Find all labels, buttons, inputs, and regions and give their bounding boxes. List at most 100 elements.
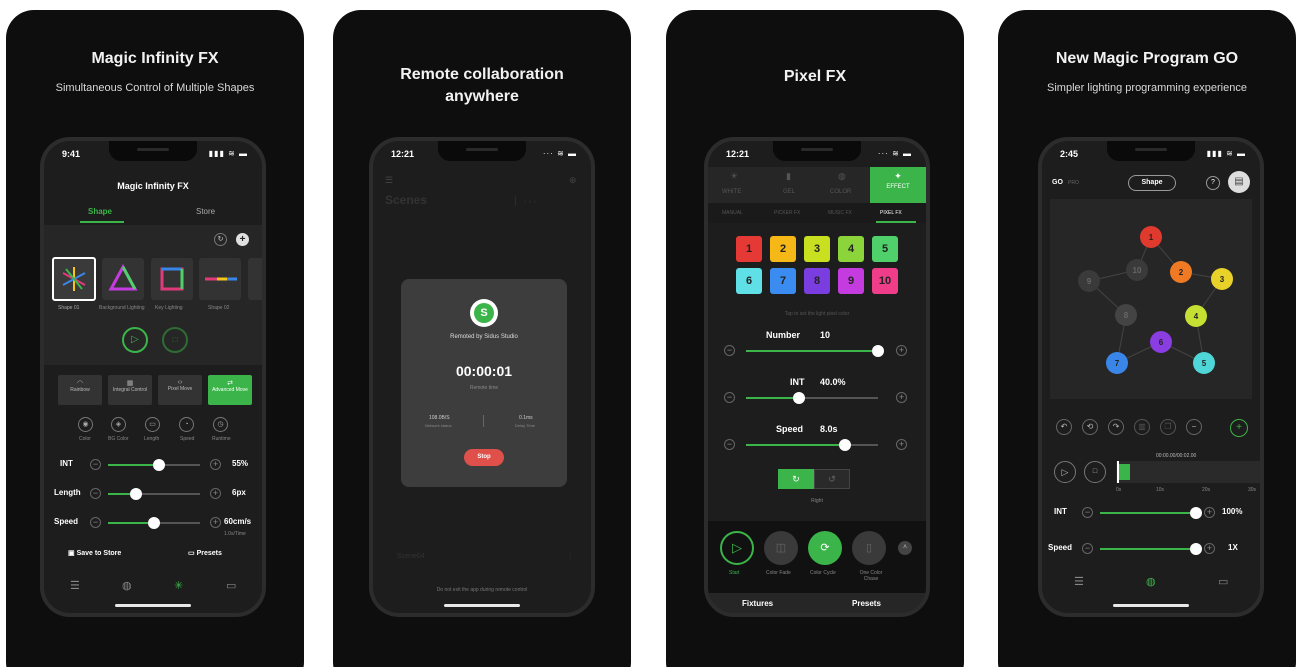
plus-icon[interactable]: + bbox=[1204, 543, 1215, 554]
pixel-cell[interactable]: 5 bbox=[872, 236, 898, 262]
mode-advanced-move[interactable]: ⇄ Advanced Move bbox=[208, 375, 252, 405]
plus-icon[interactable]: + bbox=[896, 392, 907, 403]
shape-02-thumb[interactable] bbox=[199, 258, 241, 300]
tab-store[interactable]: Store bbox=[196, 207, 215, 216]
plus-icon[interactable]: + bbox=[1204, 507, 1215, 518]
monitor-icon[interactable]: ▭ bbox=[1218, 575, 1228, 588]
list-icon[interactable]: ☰ bbox=[70, 579, 80, 592]
atom-icon[interactable]: ✳ bbox=[174, 579, 183, 592]
int-slider[interactable] bbox=[746, 392, 878, 404]
plus-icon[interactable]: + bbox=[210, 488, 221, 499]
presets-button[interactable]: ▭ Presets bbox=[188, 549, 222, 557]
timeline-clip[interactable] bbox=[1118, 464, 1130, 480]
minus-icon[interactable]: − bbox=[1082, 507, 1093, 518]
pixel-cell[interactable]: 2 bbox=[770, 236, 796, 262]
play-button[interactable]: ▷ bbox=[1054, 461, 1076, 483]
background-lighting-thumb[interactable] bbox=[102, 258, 144, 300]
one-color-chase-button[interactable]: ▯ bbox=[852, 531, 886, 565]
presets-tab[interactable]: Presets bbox=[852, 599, 881, 608]
minus-icon[interactable]: − bbox=[90, 517, 101, 528]
minus-icon[interactable]: − bbox=[90, 459, 101, 470]
subtab-music-fx[interactable]: MUSIC FX bbox=[828, 210, 852, 216]
mode-rainbow[interactable]: ◠ Rainbow bbox=[58, 375, 102, 405]
number-slider[interactable] bbox=[746, 345, 884, 357]
speed-slider[interactable] bbox=[746, 439, 878, 451]
color-icon[interactable]: ◉ bbox=[78, 417, 93, 432]
panel-headline: Remote collaboration bbox=[400, 66, 564, 83]
pixel-cell[interactable]: 9 bbox=[838, 268, 864, 294]
delete-icon[interactable]: ▥ bbox=[1134, 419, 1150, 435]
stop-remote-button[interactable]: Stop bbox=[464, 449, 504, 466]
mode-integral-control[interactable]: ▦ Integral Control bbox=[108, 375, 152, 405]
add-icon[interactable]: + bbox=[236, 233, 249, 246]
palette-icon[interactable]: ◍ bbox=[1146, 575, 1156, 588]
minus-icon[interactable]: − bbox=[724, 345, 735, 356]
length-icon[interactable]: ▭ bbox=[145, 417, 160, 432]
menu-icon[interactable]: ☰ bbox=[385, 175, 393, 186]
more-icon[interactable]: ⋮ bbox=[567, 553, 574, 561]
pixel-cell[interactable]: 10 bbox=[872, 268, 898, 294]
minus-icon[interactable]: − bbox=[1082, 543, 1093, 554]
direction-left-button[interactable]: ↺ bbox=[814, 469, 850, 489]
pixel-cell[interactable]: 6 bbox=[736, 268, 762, 294]
subtab-picker-fx[interactable]: PICKER FX bbox=[774, 210, 800, 216]
play-button[interactable]: ▷ bbox=[122, 327, 148, 353]
add-icon[interactable]: ⊕ bbox=[569, 175, 577, 186]
plus-icon[interactable]: + bbox=[896, 439, 907, 450]
pixel-cell[interactable]: 4 bbox=[838, 236, 864, 262]
plus-icon[interactable]: + bbox=[210, 459, 221, 470]
int-slider[interactable] bbox=[1100, 507, 1202, 519]
palette-icon[interactable]: ◍ bbox=[122, 579, 132, 592]
key-lighting-thumb[interactable] bbox=[151, 258, 193, 300]
add-step-button[interactable]: + bbox=[1230, 419, 1248, 437]
int-slider[interactable] bbox=[108, 459, 200, 471]
speed-slider[interactable] bbox=[1100, 543, 1202, 555]
shape-button[interactable]: Shape bbox=[1128, 175, 1176, 191]
tab-shape[interactable]: Shape bbox=[88, 207, 112, 216]
chevron-up-icon[interactable]: ˄ bbox=[898, 541, 912, 555]
speed-icon[interactable]: ◔ bbox=[179, 417, 194, 432]
color-cycle-button[interactable]: ⟳ bbox=[808, 531, 842, 565]
runtime-icon[interactable]: ◷ bbox=[213, 417, 228, 432]
loop-icon[interactable]: ⟲ bbox=[1082, 419, 1098, 435]
direction-right-button[interactable]: ↻ bbox=[778, 469, 814, 489]
subtab-pixel-fx[interactable]: PIXEL FX bbox=[880, 210, 902, 216]
speed-slider[interactable] bbox=[108, 517, 200, 529]
save-to-store-button[interactable]: ▣ Save to Store bbox=[68, 549, 121, 557]
refresh-icon[interactable]: ↻ bbox=[214, 233, 227, 246]
pixel-cell[interactable]: 3 bbox=[804, 236, 830, 262]
bg-color-icon[interactable]: ◈ bbox=[111, 417, 126, 432]
shape-partial-thumb[interactable] bbox=[248, 258, 262, 300]
mode-pixel-move[interactable]: ‹› Pixel Move bbox=[158, 375, 202, 405]
pixel-cell[interactable]: 7 bbox=[770, 268, 796, 294]
shape-01-thumb[interactable] bbox=[52, 257, 96, 301]
tab-gel[interactable]: GEL bbox=[783, 189, 795, 195]
tab-color[interactable]: COLOR bbox=[830, 189, 851, 195]
timeline-track[interactable] bbox=[1116, 461, 1260, 483]
color-fade-button[interactable]: ◫ bbox=[764, 531, 798, 565]
plus-icon[interactable]: + bbox=[210, 517, 221, 528]
tab-effect[interactable]: ✦ EFFECT bbox=[870, 167, 926, 203]
minus-icon[interactable]: − bbox=[724, 392, 735, 403]
minus-circle-icon[interactable]: − bbox=[1186, 419, 1202, 435]
minus-icon[interactable]: − bbox=[90, 488, 101, 499]
sequencer-icon[interactable]: ▤ bbox=[1228, 171, 1250, 193]
stop-button[interactable]: □ bbox=[1084, 461, 1106, 483]
fixtures-tab[interactable]: Fixtures bbox=[742, 599, 773, 608]
subtab-manual[interactable]: MANUAL bbox=[722, 210, 743, 216]
monitor-icon[interactable]: ▭ bbox=[226, 579, 236, 592]
stop-button[interactable]: □ bbox=[162, 327, 188, 353]
list-icon[interactable]: ☰ bbox=[1074, 575, 1084, 588]
help-button[interactable]: ? bbox=[1206, 176, 1220, 190]
playhead[interactable] bbox=[1117, 461, 1119, 483]
length-slider[interactable] bbox=[108, 488, 200, 500]
redo-icon[interactable]: ↷ bbox=[1108, 419, 1124, 435]
minus-icon[interactable]: − bbox=[724, 439, 735, 450]
start-button[interactable]: ▷ bbox=[720, 531, 754, 565]
pixel-cell[interactable]: 8 bbox=[804, 268, 830, 294]
undo-icon[interactable]: ↶ bbox=[1056, 419, 1072, 435]
tab-white[interactable]: WHITE bbox=[722, 189, 741, 195]
copy-icon[interactable]: ❐ bbox=[1160, 419, 1176, 435]
plus-icon[interactable]: + bbox=[896, 345, 907, 356]
pixel-cell[interactable]: 1 bbox=[736, 236, 762, 262]
